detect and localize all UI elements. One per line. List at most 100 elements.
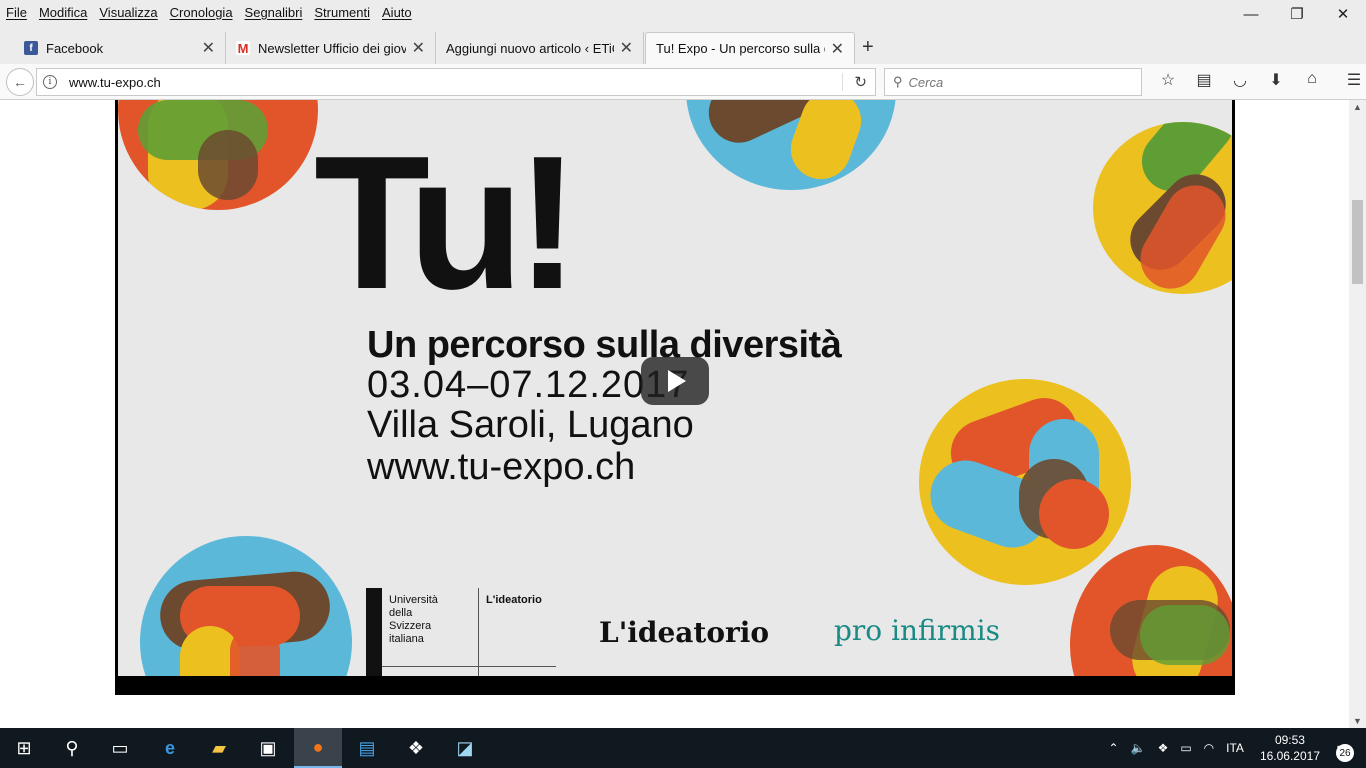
reader-list-icon[interactable]: ▤ [1186, 70, 1222, 90]
pro-infirmis-logo: pro infirmis [834, 614, 1000, 647]
info-icon[interactable]: i [43, 75, 57, 89]
decor-circle [919, 379, 1131, 585]
language-indicator[interactable]: ITA [1226, 741, 1244, 755]
divider [382, 666, 556, 667]
decor-circle [686, 100, 896, 190]
facebook-icon: f [24, 41, 38, 55]
task-view-button[interactable]: ▭ [96, 728, 144, 768]
usi-logo-bar [366, 588, 382, 676]
search-bar[interactable]: ⚲ [884, 68, 1142, 96]
navigation-bar: ← i www.tu-expo.ch ↻ ⚲ ☆ ▤ ◡ ⬇ ⌂ ☰ [0, 64, 1366, 100]
tab-tu-expo[interactable]: Tu! Expo - Un percorso sulla diversità ✕ [645, 32, 855, 64]
clock[interactable]: 09:53 16.06.2017 [1260, 732, 1320, 764]
clock-time: 09:53 [1274, 733, 1305, 747]
windows-taskbar: ⊞ ⚲ ▭ e ▰ ▣ ● ▤ ❖ ◪ ⌃ 🔈 ❖ ▭ ◠ ITA 09:53 … [0, 728, 1366, 768]
bookmark-star-icon[interactable]: ☆ [1150, 70, 1186, 90]
dropbox-tray-icon[interactable]: ❖ [1158, 741, 1169, 755]
mail-icon: ▤ [358, 737, 376, 758]
toolbar-icons: ☆ ▤ ◡ ⬇ ⌂ ☰ [1150, 70, 1366, 90]
home-icon[interactable]: ⌂ [1294, 70, 1330, 90]
windows-icon: ⊞ [16, 737, 32, 758]
task-view-icon: ▭ [111, 737, 129, 758]
poster-place: Villa Saroli, Lugano [367, 404, 694, 446]
dropbox-icon: ❖ [407, 737, 425, 758]
search-icon: ⚲ [65, 737, 79, 758]
close-tab-icon[interactable]: ✕ [620, 38, 633, 58]
edge-icon: e [164, 737, 175, 758]
app-icon: ◪ [456, 737, 474, 758]
vertical-scrollbar[interactable]: ▲ ▼ [1349, 100, 1366, 728]
back-button[interactable]: ← [6, 68, 34, 96]
poster-title: Tu! [314, 117, 579, 329]
dropbox-button[interactable]: ❖ [392, 728, 440, 768]
decor-circle [140, 536, 352, 676]
battery-icon[interactable]: ▭ [1180, 741, 1191, 755]
notification-count: 26 [1336, 744, 1354, 762]
divider [842, 73, 843, 91]
menu-bar: File Modifica Visualizza Cronologia Segn… [0, 0, 1366, 24]
store-icon: ▣ [259, 737, 277, 758]
tab-title: Aggiungi nuovo articolo ‹ ETiCinema [446, 40, 614, 56]
menu-aiuto[interactable]: Aiuto [376, 5, 418, 20]
tab-bar: f Facebook ✕ M Newsletter Ufficio dei gi… [0, 24, 1366, 64]
search-input[interactable] [908, 74, 1129, 90]
action-center-button[interactable]: ▭ 26 [1330, 738, 1356, 762]
system-tray: ⌃ 🔈 ❖ ▭ ◠ ITA 09:53 16.06.2017 ▭ 26 [1103, 728, 1366, 768]
tab-eticinema[interactable]: Aggiungi nuovo articolo ‹ ETiCinema ✕ [436, 32, 644, 64]
video-player[interactable]: Tu! Un percorso sulla diversità 03.04–07… [115, 100, 1235, 695]
menu-modifica[interactable]: Modifica [33, 5, 93, 20]
decor-circle [1070, 545, 1232, 676]
app-button[interactable]: ◪ [441, 728, 489, 768]
firefox-button[interactable]: ● [294, 728, 342, 768]
explorer-button[interactable]: ▰ [195, 728, 243, 768]
folder-icon: ▰ [212, 737, 226, 758]
divider [478, 588, 479, 676]
gmail-icon: M [236, 40, 250, 56]
outlook-button[interactable]: ▤ [343, 728, 391, 768]
scroll-down-icon[interactable]: ▼ [1353, 716, 1362, 726]
tab-newsletter[interactable]: M Newsletter Ufficio dei giovani ✕ [226, 32, 436, 64]
chevron-up-icon[interactable]: ⌃ [1109, 741, 1119, 755]
usi-logo-text: Università della Svizzera italiana [389, 594, 438, 645]
volume-icon[interactable]: 🔈 [1131, 741, 1146, 755]
store-button[interactable]: ▣ [244, 728, 292, 768]
menu-cronologia[interactable]: Cronologia [164, 5, 239, 20]
hamburger-menu-icon[interactable]: ☰ [1336, 70, 1366, 90]
search-icon: ⚲ [893, 74, 903, 89]
close-tab-icon[interactable]: ✕ [831, 39, 844, 59]
play-button[interactable] [641, 357, 709, 405]
url-bar[interactable]: i www.tu-expo.ch ↻ [36, 68, 876, 96]
menu-strumenti[interactable]: Strumenti [308, 5, 376, 20]
wifi-icon[interactable]: ◠ [1204, 741, 1214, 755]
edge-button[interactable]: e [146, 728, 194, 768]
scrollbar-thumb[interactable] [1352, 200, 1363, 284]
tab-title: Tu! Expo - Un percorso sulla diversità [656, 41, 825, 56]
poster-website: www.tu-expo.ch [367, 446, 636, 488]
new-tab-button[interactable]: + [862, 36, 874, 59]
tab-facebook[interactable]: f Facebook ✕ [14, 32, 226, 64]
close-tab-icon[interactable]: ✕ [202, 38, 215, 58]
clock-date: 16.06.2017 [1259, 749, 1320, 763]
poster-subtitle: Un percorso sulla diversità [367, 324, 842, 366]
play-icon [668, 370, 686, 392]
decor-circle [1093, 122, 1232, 294]
reload-icon[interactable]: ↻ [854, 73, 867, 91]
menu-file[interactable]: File [0, 5, 33, 20]
scroll-up-icon[interactable]: ▲ [1353, 102, 1362, 112]
ideatorio-label: L'ideatorio [486, 594, 542, 606]
tab-title: Newsletter Ufficio dei giovani [258, 40, 406, 56]
start-button[interactable]: ⊞ [0, 728, 48, 768]
close-tab-icon[interactable]: ✕ [412, 38, 425, 58]
tab-title: Facebook [46, 40, 104, 56]
arrow-left-icon: ← [13, 74, 27, 90]
url-text[interactable]: www.tu-expo.ch [69, 75, 161, 90]
pocket-icon[interactable]: ◡ [1222, 70, 1258, 90]
menu-visualizza[interactable]: Visualizza [93, 5, 163, 20]
decor-circle [118, 100, 318, 210]
firefox-icon: ● [312, 736, 324, 757]
video-poster: Tu! Un percorso sulla diversità 03.04–07… [118, 100, 1232, 676]
ideatorio-logo: L'ideatorio [599, 616, 770, 649]
search-button[interactable]: ⚲ [48, 728, 96, 768]
download-icon[interactable]: ⬇ [1258, 70, 1294, 90]
menu-segnalibri[interactable]: Segnalibri [239, 5, 309, 20]
